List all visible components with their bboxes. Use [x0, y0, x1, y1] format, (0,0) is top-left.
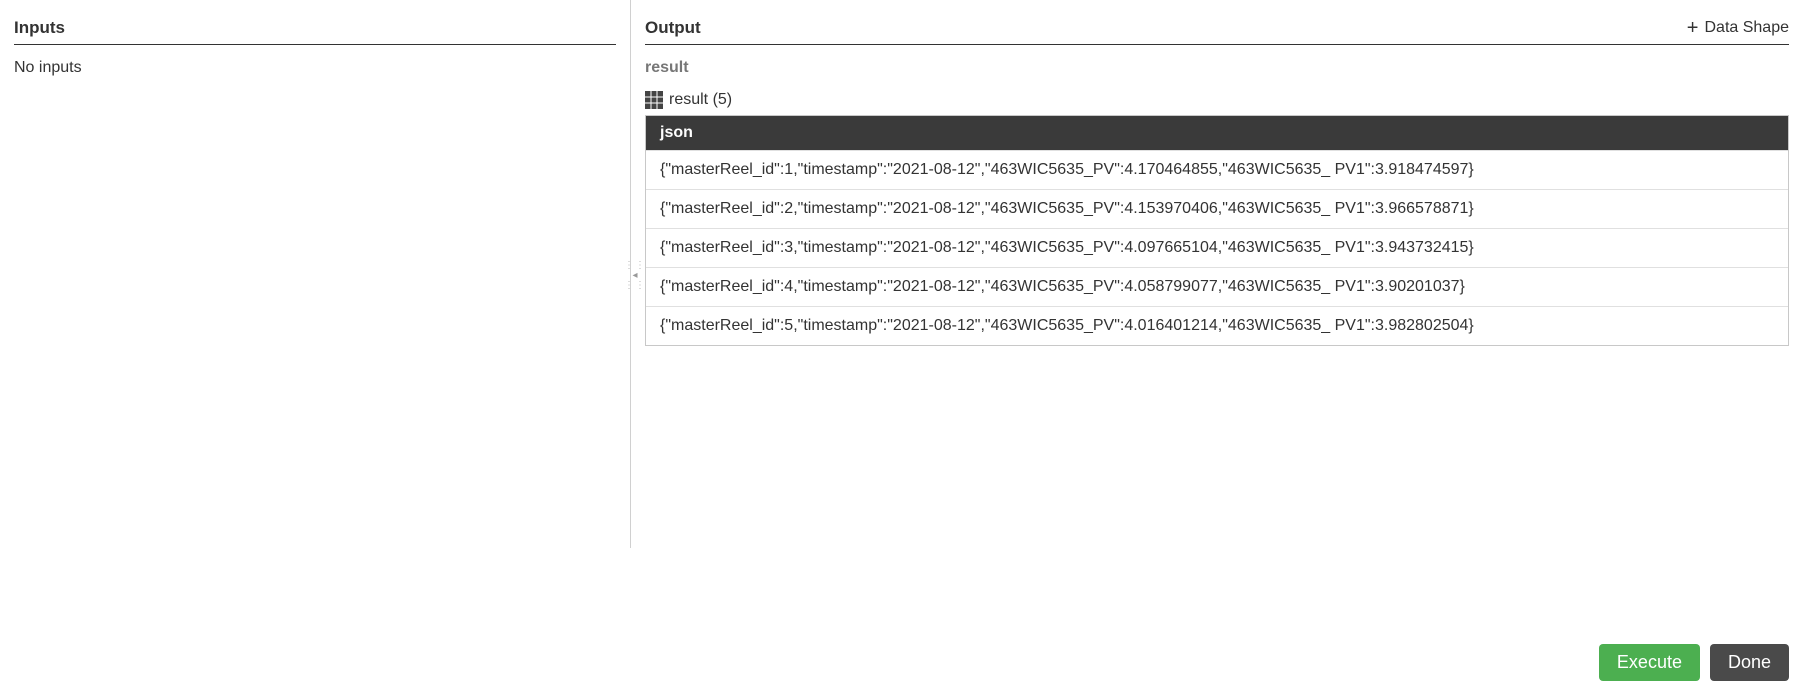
data-shape-label: Data Shape	[1704, 19, 1789, 37]
output-title: Output	[645, 18, 701, 38]
table-row[interactable]: {"masterReel_id":2,"timestamp":"2021-08-…	[646, 189, 1788, 228]
table-row[interactable]: {"masterReel_id":4,"timestamp":"2021-08-…	[646, 267, 1788, 306]
done-button[interactable]: Done	[1710, 644, 1789, 681]
table-row[interactable]: {"masterReel_id":1,"timestamp":"2021-08-…	[646, 150, 1788, 189]
result-count-label: result (5)	[669, 91, 732, 109]
execute-button[interactable]: Execute	[1599, 644, 1700, 681]
inputs-title: Inputs	[14, 18, 65, 38]
grid-icon	[645, 91, 663, 109]
inputs-panel: Inputs No inputs	[0, 0, 630, 548]
output-panel: Output + Data Shape result result (5) js…	[630, 0, 1803, 548]
data-shape-button[interactable]: + Data Shape	[1687, 18, 1789, 38]
result-label: result	[645, 59, 1789, 77]
inputs-empty-text: No inputs	[14, 59, 616, 77]
plus-icon: +	[1687, 18, 1699, 38]
panel-splitter[interactable]: ⋮⋮ ◂ ⋮⋮	[630, 245, 640, 305]
table-row[interactable]: {"masterReel_id":3,"timestamp":"2021-08-…	[646, 228, 1788, 267]
table-row[interactable]: {"masterReel_id":5,"timestamp":"2021-08-…	[646, 306, 1788, 345]
result-table: json {"masterReel_id":1,"timestamp":"202…	[645, 115, 1789, 346]
table-header-json: json	[646, 116, 1788, 150]
